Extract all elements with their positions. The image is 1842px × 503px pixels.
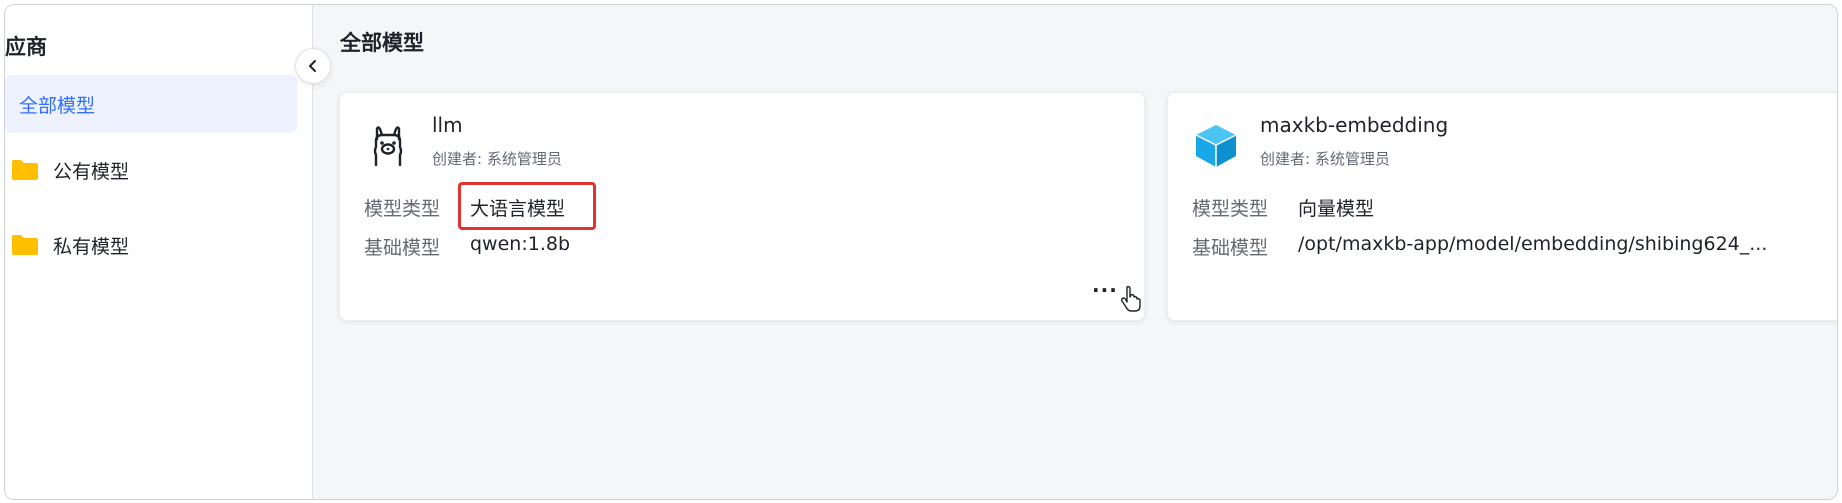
model-type-value: 向量模型 <box>1298 198 1375 220</box>
sidebar: 应商 全部模型 公有模型 私有模型 <box>5 5 313 499</box>
sidebar-title: 应商 <box>5 35 47 59</box>
sidebar-item-private-models[interactable]: 私有模型 <box>5 216 297 274</box>
sidebar-item-label: 私有模型 <box>53 235 130 258</box>
model-card-maxkb-embedding[interactable]: maxkb-embedding 创建者: 系统管理员 模型类型 向量模型 基础模… <box>1167 92 1837 321</box>
chevron-left-icon <box>309 60 316 72</box>
sidebar-item-public-models[interactable]: 公有模型 <box>5 141 297 199</box>
base-model-label: 基础模型 <box>364 237 441 259</box>
model-type-label: 模型类型 <box>1192 198 1269 220</box>
model-creator: 创建者: 系统管理员 <box>1260 150 1390 168</box>
highlight-box <box>458 182 596 230</box>
model-name: llm <box>432 113 463 137</box>
sidebar-item-label: 公有模型 <box>53 160 130 183</box>
base-model-value: /opt/maxkb-app/model/embedding/shibing62… <box>1298 233 1768 255</box>
page-title: 全部模型 <box>340 31 424 55</box>
folder-icon <box>11 234 39 256</box>
base-model-label: 基础模型 <box>1192 237 1269 259</box>
sidebar-item-all-models[interactable]: 全部模型 <box>5 75 297 133</box>
model-name: maxkb-embedding <box>1260 113 1449 137</box>
ollama-llama-icon <box>364 121 412 169</box>
collapse-sidebar-button[interactable] <box>295 48 331 84</box>
model-creator: 创建者: 系统管理员 <box>432 150 562 168</box>
more-options-button[interactable]: ... <box>1092 273 1118 297</box>
sidebar-item-label: 全部模型 <box>19 94 96 117</box>
app-window: 应商 全部模型 公有模型 私有模型 全部模型 llm 创建者: 系统管理员 模型… <box>4 4 1838 500</box>
model-card-llm[interactable]: llm 创建者: 系统管理员 模型类型 大语言模型 基础模型 qwen:1.8b… <box>339 92 1145 321</box>
hand-cursor-icon <box>1120 285 1142 313</box>
cube-icon <box>1192 121 1240 169</box>
base-model-value: qwen:1.8b <box>470 233 571 255</box>
folder-icon <box>11 159 39 181</box>
model-type-label: 模型类型 <box>364 198 441 220</box>
